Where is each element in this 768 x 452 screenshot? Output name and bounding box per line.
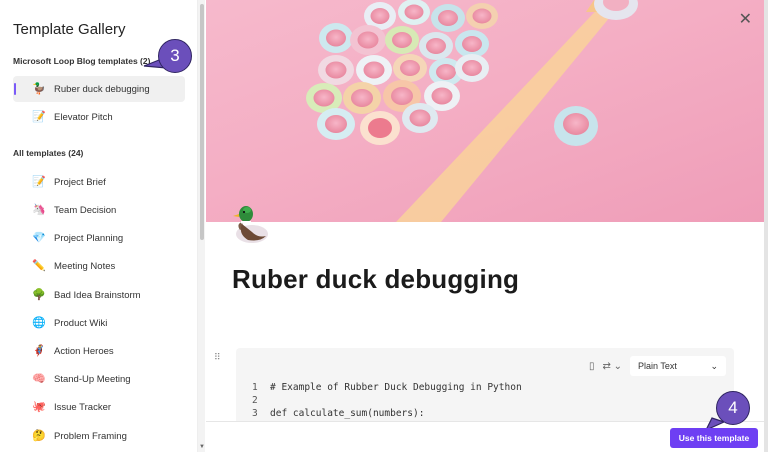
unicorn-icon: 🦄: [32, 203, 46, 216]
sidebar-item-project-planning[interactable]: 💎 Project Planning: [13, 225, 185, 251]
scroll-down-icon[interactable]: ▼: [199, 444, 205, 450]
code-lines: 1 # Example of Rubber Duck Debugging in …: [252, 381, 522, 420]
code-line: 3 def calculate_sum(numbers):: [252, 407, 522, 420]
code-text: def calculate_sum(numbers):: [270, 408, 425, 419]
drag-handle-icon[interactable]: ⠿: [214, 352, 221, 363]
washi-tape-illustration: [306, 0, 638, 222]
tree-icon: 🌳: [32, 288, 46, 301]
sidebar-item-project-brief[interactable]: 📝 Project Brief: [13, 169, 185, 195]
duck-icon: [233, 206, 268, 243]
close-icon[interactable]: ✕: [739, 9, 752, 29]
step-callout-3: 3: [158, 39, 192, 73]
sidebar-item-issue-tracker[interactable]: 🐙 Issue Tracker: [13, 394, 185, 420]
sidebar-item-bad-idea-brainstorm[interactable]: 🌳 Bad Idea Brainstorm: [13, 282, 185, 308]
sidebar-item-label: Elevator Pitch: [54, 111, 113, 123]
sidebar-item-problem-framing[interactable]: 🤔 Problem Framing: [13, 423, 185, 449]
code-toolbar: ▯ ⇄ ⌄ Plain Text ⌄: [589, 356, 726, 376]
sidebar-item-label: Project Planning: [54, 232, 124, 244]
sidebar-item-stand-up-meeting[interactable]: 🧠 Stand-Up Meeting: [13, 366, 185, 392]
sidebar-item-label: Product Wiki: [54, 317, 108, 329]
sidebar-item-label: Meeting Notes: [54, 260, 116, 272]
memo-icon: 📝: [32, 175, 46, 188]
sidebar-item-label: Project Brief: [54, 176, 106, 188]
sidebar-item-label: Ruber duck debugging: [54, 83, 150, 95]
sidebar-item-ruber-duck-debugging[interactable]: 🦆 Ruber duck debugging: [13, 76, 185, 102]
code-text: # Example of Rubber Duck Debugging in Py…: [270, 382, 522, 393]
hero-image: ✕: [206, 0, 764, 222]
sidebar-item-team-decision[interactable]: 🦄 Team Decision: [13, 197, 185, 223]
gallery-title: Template Gallery: [13, 21, 126, 38]
globe-icon: 🌐: [32, 316, 46, 329]
document-title: Ruber duck debugging: [232, 264, 520, 294]
sidebar-item-label: Issue Tracker: [54, 401, 112, 413]
use-template-button[interactable]: Use this template: [670, 428, 758, 448]
gem-icon: 💎: [32, 231, 46, 244]
template-preview: ✕ Ruber duck debugging ⠿ ▯ ⇄ ⌄ Plain Tex…: [206, 0, 764, 452]
pencil-paper-icon: 📝: [32, 110, 46, 123]
options-dropdown-icon[interactable]: ⇄ ⌄: [602, 361, 622, 372]
code-line: 1 # Example of Rubber Duck Debugging in …: [252, 381, 522, 394]
line-number: 3: [252, 408, 258, 419]
step-callout-4: 4: [716, 391, 750, 425]
thinking-face-icon: 🤔: [32, 429, 46, 442]
sidebar-item-label: Problem Framing: [54, 430, 127, 442]
window-edge: [764, 0, 768, 452]
octopus-icon: 🐙: [32, 400, 46, 413]
line-number: 2: [252, 395, 258, 406]
language-select[interactable]: Plain Text ⌄: [630, 356, 726, 376]
superhero-icon: 🦸: [32, 344, 46, 357]
duck-icon: 🦆: [32, 82, 46, 95]
sidebar-item-label: Stand-Up Meeting: [54, 373, 131, 385]
section-label-all: All templates (24): [13, 148, 84, 158]
sidebar-item-action-heroes[interactable]: 🦸 Action Heroes: [13, 338, 185, 364]
line-number: 1: [252, 382, 258, 393]
sidebar-item-label: Bad Idea Brainstorm: [54, 289, 141, 301]
sidebar-item-label: Action Heroes: [54, 345, 114, 357]
section-label-blog: Microsoft Loop Blog templates (2): [13, 56, 151, 66]
sidebar-item-label: Team Decision: [54, 204, 117, 216]
language-select-value: Plain Text: [638, 361, 677, 371]
sidebar-item-meeting-notes[interactable]: ✏️ Meeting Notes: [13, 253, 185, 279]
sidebar-item-elevator-pitch[interactable]: 📝 Elevator Pitch: [13, 104, 185, 130]
code-line: 2: [252, 394, 522, 407]
sidebar-item-product-wiki[interactable]: 🌐 Product Wiki: [13, 310, 185, 336]
brain-icon: 🧠: [32, 372, 46, 385]
pencil-icon: ✏️: [32, 259, 46, 272]
device-mode-icon[interactable]: ▯: [589, 361, 595, 372]
chevron-down-icon: ⌄: [710, 360, 718, 371]
